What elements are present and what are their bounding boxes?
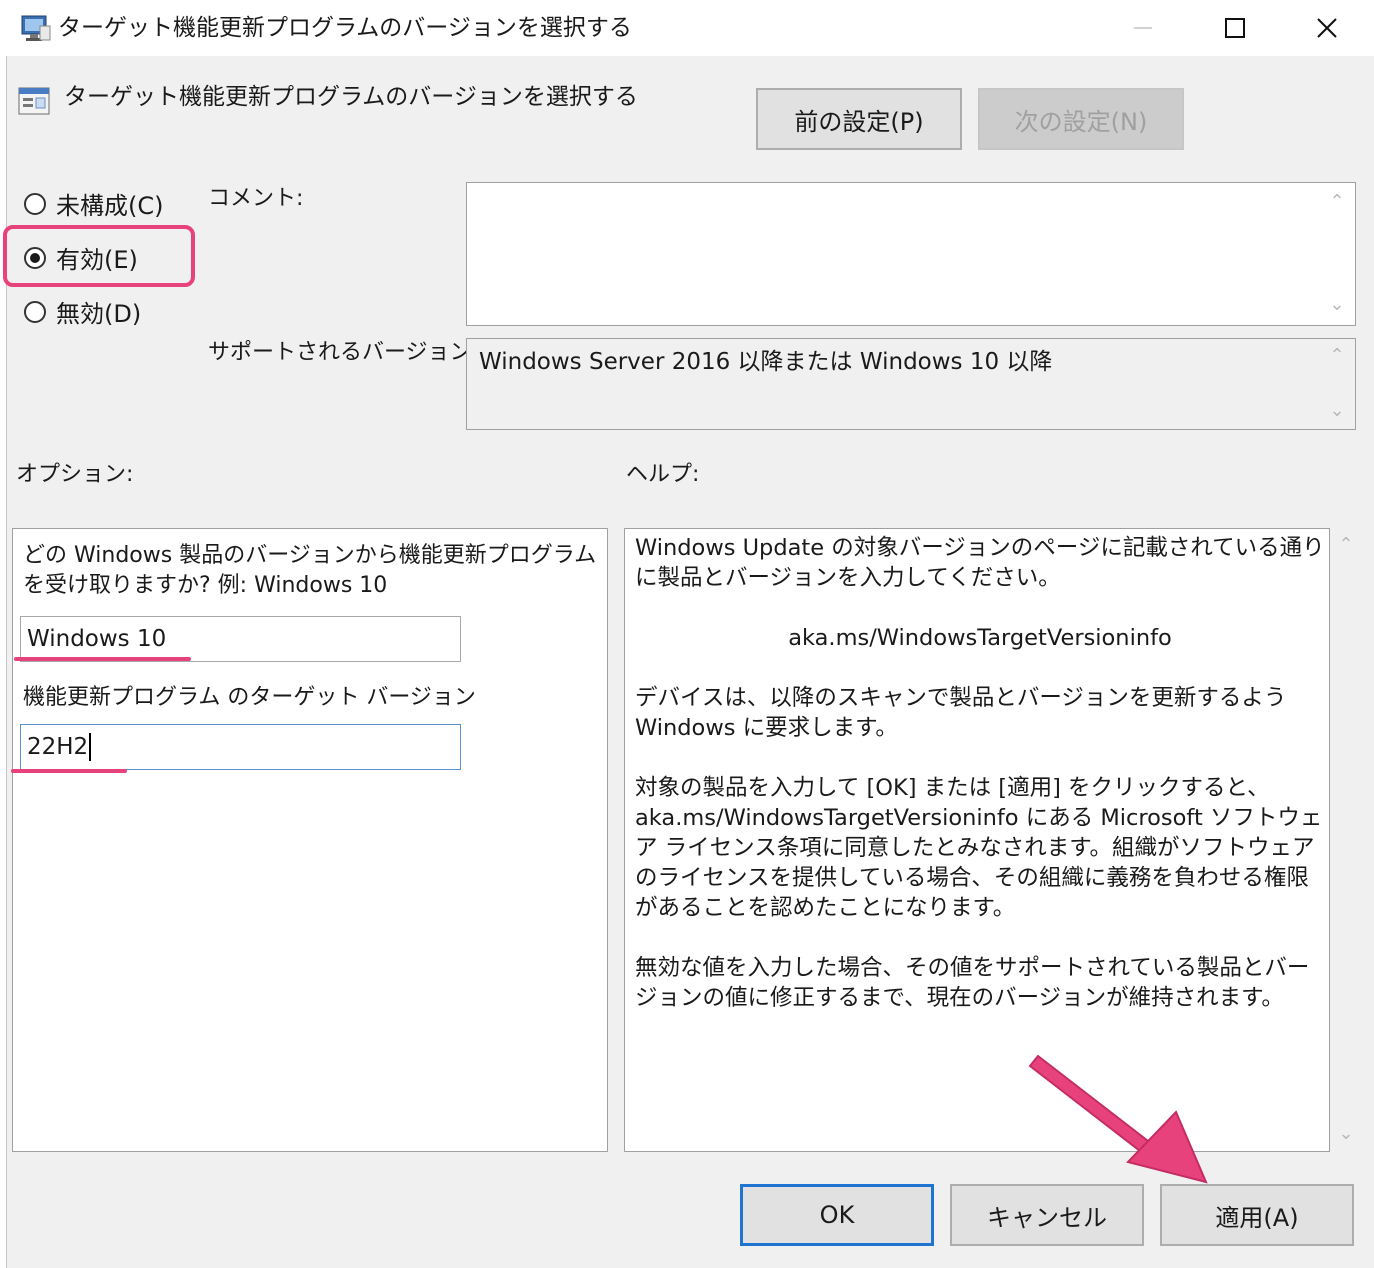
previous-setting-button[interactable]: 前の設定(P) — [756, 88, 962, 150]
help-paragraph: 対象の製品を入力して [OK] または [適用] をクリックすると、aka.ms… — [635, 775, 1323, 921]
scroll-down-icon[interactable]: ⌄ — [1332, 1123, 1360, 1144]
underline-annotation — [14, 657, 191, 661]
target-version-label: 機能更新プログラム のターゲット バージョン — [23, 685, 476, 710]
arrow-annotation-icon — [1020, 1050, 1240, 1200]
ok-button[interactable]: OK — [740, 1184, 934, 1246]
help-paragraph: Windows Update の対象バージョンのページに記載されている通りに製品… — [635, 535, 1325, 591]
supported-scrollbar[interactable]: ⌃ ⌄ — [1319, 339, 1355, 429]
radio-label: 未構成(C) — [56, 192, 164, 220]
radio-label: 無効(D) — [56, 300, 142, 328]
radio-not-configured[interactable]: 未構成(C) — [24, 186, 163, 221]
maximize-icon — [1225, 18, 1245, 38]
scroll-up-icon[interactable]: ⌃ — [1319, 191, 1355, 212]
help-text: Windows Update の対象バージョンのページに記載されている通りに製品… — [635, 533, 1325, 1043]
product-question: どの Windows 製品のバージョンから機能更新プログラムを受け取りますか? … — [23, 543, 597, 598]
title-bar: ターゲット機能更新プログラムのバージョンを選択する — [0, 0, 1374, 56]
supported-on-label: サポートされるバージョン: — [208, 340, 479, 365]
scroll-down-icon[interactable]: ⌄ — [1319, 294, 1355, 315]
next-setting-button[interactable]: 次の設定(N) — [978, 88, 1184, 150]
radio-disabled[interactable]: 無効(D) — [24, 294, 141, 329]
comment-textarea[interactable]: ⌃ ⌄ — [466, 182, 1356, 326]
radio-circle — [24, 192, 46, 215]
scroll-up-icon[interactable]: ⌃ — [1319, 345, 1355, 366]
supported-on-value: Windows Server 2016 以降または Windows 10 以降 — [479, 349, 1053, 375]
minimize-icon — [1134, 27, 1152, 29]
scroll-down-icon[interactable]: ⌄ — [1319, 400, 1355, 421]
comment-label: コメント: — [208, 186, 304, 211]
options-panel: どの Windows 製品のバージョンから機能更新プログラムを受け取りますか? … — [12, 528, 608, 1152]
product-value: Windows 10 — [27, 626, 167, 652]
help-scrollbar[interactable]: ⌃ ⌄ — [1332, 528, 1360, 1152]
policy-editor-icon — [20, 12, 52, 44]
product-input[interactable]: Windows 10 — [20, 616, 461, 662]
text-caret — [89, 733, 92, 761]
setting-title: ターゲット機能更新プログラムのバージョンを選択する — [64, 84, 638, 110]
target-version-input[interactable]: 22H2 — [20, 724, 461, 770]
setting-icon — [18, 85, 50, 117]
comment-scrollbar[interactable]: ⌃ ⌄ — [1319, 183, 1355, 325]
underline-annotation — [11, 769, 127, 773]
scroll-up-icon[interactable]: ⌃ — [1332, 534, 1360, 555]
close-icon — [1317, 18, 1337, 38]
options-label: オプション: — [16, 462, 134, 487]
help-label: ヘルプ: — [626, 462, 700, 487]
help-paragraph: 無効な値を入力した場合、その値をサポートされている製品とバージョンの値に修正する… — [635, 955, 1310, 1011]
radio-circle — [24, 300, 46, 323]
close-button[interactable] — [1281, 0, 1373, 56]
supported-on-box: Windows Server 2016 以降または Windows 10 以降 … — [466, 338, 1356, 430]
window-title: ターゲット機能更新プログラムのバージョンを選択する — [58, 15, 632, 41]
help-link: aka.ms/WindowsTargetVersioninfo — [788, 625, 1172, 651]
minimize-button[interactable] — [1097, 0, 1189, 56]
highlight-box-annotation — [3, 225, 195, 287]
maximize-button[interactable] — [1189, 0, 1281, 56]
help-paragraph: デバイスは、以降のスキャンで製品とバージョンを更新するよう Windows に要… — [635, 685, 1287, 741]
target-version-value: 22H2 — [27, 734, 89, 760]
